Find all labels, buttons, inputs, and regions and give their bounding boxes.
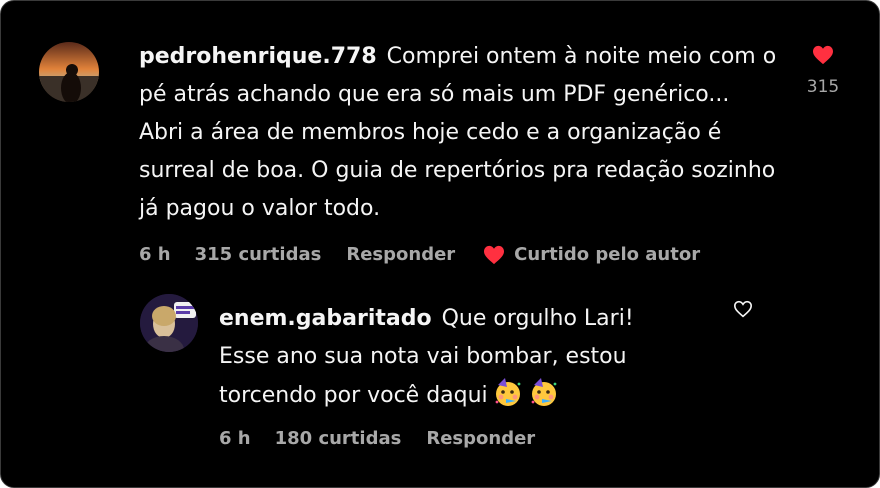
comment-like-column: 315 xyxy=(801,45,845,97)
sunset-silhouette-avatar-icon xyxy=(39,42,99,102)
comment-meta-row: 6 h 315 curtidas Responder Curtido pelo … xyxy=(139,244,700,265)
partying-face-emoji-icon xyxy=(531,378,557,406)
reply-likes-count[interactable]: 180 curtidas xyxy=(275,428,402,449)
reply-username[interactable]: enem.gabaritado xyxy=(219,306,432,331)
reply-time: 6 h xyxy=(219,428,251,449)
reply-avatar[interactable] xyxy=(140,294,198,352)
profile-photo-avatar-icon xyxy=(140,294,198,352)
heart-outline-icon[interactable] xyxy=(733,300,753,318)
partying-face-emoji-icon xyxy=(495,378,521,406)
reply-body: enem.gabaritado Que orgulho Lari! Esse an… xyxy=(219,300,689,415)
comment-body: pedrohenrique.778 Comprei ontem à noite m… xyxy=(139,38,779,228)
comment-reply-button[interactable]: Responder xyxy=(346,244,455,265)
commenter-avatar[interactable] xyxy=(39,42,99,102)
comment-username[interactable]: pedrohenrique.778 xyxy=(139,44,377,69)
comment-likes-count[interactable]: 315 curtidas xyxy=(195,244,322,265)
comment-time: 6 h xyxy=(139,244,171,265)
comment-like-count: 315 xyxy=(806,77,840,97)
comment-text: Comprei ontem à noite meio com o pé atrá… xyxy=(139,44,777,221)
reply-reply-button[interactable]: Responder xyxy=(426,428,535,449)
comments-panel: pedrohenrique.778 Comprei ontem à noite m… xyxy=(0,0,880,488)
reply-meta-row: 6 h 180 curtidas Responder xyxy=(219,428,535,449)
liked-by-author-label: Curtido pelo autor xyxy=(514,244,701,265)
heart-filled-icon[interactable] xyxy=(812,45,834,65)
heart-filled-icon xyxy=(484,245,505,264)
reply-like-column xyxy=(731,300,755,318)
